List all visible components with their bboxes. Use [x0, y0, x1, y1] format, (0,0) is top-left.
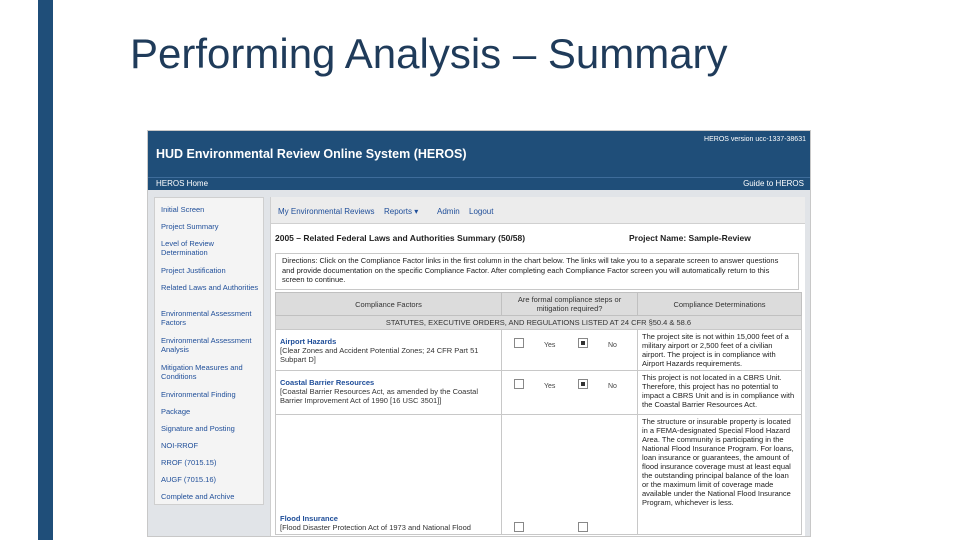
nav-item-ea-analysis[interactable]: Environmental Assessment Analysis — [161, 336, 259, 354]
factor-link-airport-hazards[interactable]: Airport Hazards — [280, 337, 497, 346]
header-determinations: Compliance Determinations — [637, 292, 802, 316]
yes-label: Yes — [544, 342, 556, 349]
nav-item-project-summary[interactable]: Project Summary — [161, 222, 259, 231]
factor-cell: Flood Insurance [Flood Disaster Protecti… — [275, 414, 502, 535]
nav-item-complete-archive[interactable]: Complete and Archive — [161, 492, 259, 501]
determination-cell: This project is not located in a CBRS Un… — [637, 370, 802, 415]
tab-my-reviews[interactable]: My Environmental Reviews — [278, 207, 374, 216]
summary-title: 2005 – Related Federal Laws and Authorit… — [275, 233, 526, 243]
nav-item-mitigation[interactable]: Mitigation Measures and Conditions — [161, 363, 259, 381]
top-navbar: HEROS Home Guide to HEROS — [148, 177, 810, 190]
nav-item-project-justification[interactable]: Project Justification — [161, 266, 259, 275]
heros-screenshot: HUD Environmental Review Online System (… — [147, 130, 811, 537]
left-nav: Initial Screen Project Summary Level of … — [154, 197, 264, 505]
yes-no-cell: Yes No — [501, 329, 638, 371]
determination-cell: The project site is not within 15,000 fe… — [637, 329, 802, 371]
nav-item-signature-posting[interactable]: Signature and Posting — [161, 424, 259, 433]
tab-admin[interactable]: Admin — [437, 207, 460, 216]
app-header: HUD Environmental Review Online System (… — [148, 131, 810, 177]
nav-item-noi-rrof[interactable]: NOI-RROF — [161, 441, 259, 450]
tab-logout[interactable]: Logout — [469, 207, 493, 216]
nav-item-related-laws[interactable]: Related Laws and Authorities — [161, 283, 259, 292]
yes-checkbox[interactable] — [514, 379, 524, 389]
table-row: Airport Hazards [Clear Zones and Acciden… — [275, 329, 802, 371]
guide-link[interactable]: Guide to HEROS — [743, 178, 804, 190]
tab-reports[interactable]: Reports ▾ — [384, 207, 418, 216]
factor-link-coastal-barrier[interactable]: Coastal Barrier Resources — [280, 378, 497, 387]
nav-item-level-of-review[interactable]: Level of Review Determination — [161, 239, 259, 257]
directions-box: Directions: Click on the Compliance Fact… — [275, 253, 799, 290]
nav-item-environmental-finding[interactable]: Environmental Finding — [161, 390, 259, 399]
app-body: Initial Screen Project Summary Level of … — [148, 190, 810, 536]
nav-item-augf[interactable]: AUGF (7015.16) — [161, 475, 259, 484]
table-row: Flood Insurance [Flood Disaster Protecti… — [275, 414, 802, 535]
nav-item-package[interactable]: Package — [161, 407, 259, 416]
header-mitigation-required: Are formal compliance steps or mitigatio… — [501, 292, 638, 316]
yes-label: Yes — [544, 383, 556, 390]
factor-cell: Coastal Barrier Resources [Coastal Barri… — [275, 370, 502, 415]
factor-citation: [Flood Disaster Protection Act of 1973 a… — [280, 523, 471, 532]
yes-checkbox[interactable] — [514, 522, 524, 532]
determination-cell: The structure or insurable property is l… — [637, 414, 802, 535]
no-checkbox[interactable] — [578, 379, 588, 389]
table-row: Coastal Barrier Resources [Coastal Barri… — [275, 370, 802, 415]
nav-item-initial-screen[interactable]: Initial Screen — [161, 205, 259, 214]
yes-no-cell: Yes No — [501, 370, 638, 415]
factor-citation: [Clear Zones and Accident Potential Zone… — [280, 346, 479, 364]
no-checkbox[interactable] — [578, 338, 588, 348]
yes-no-cell — [501, 414, 638, 535]
factor-link-flood-insurance[interactable]: Flood Insurance — [280, 514, 497, 523]
home-link[interactable]: HEROS Home — [156, 178, 208, 190]
no-checkbox[interactable] — [578, 522, 588, 532]
nav-item-rrof[interactable]: RROF (7015.15) — [161, 458, 259, 467]
no-label: No — [608, 383, 617, 390]
header-compliance-factors: Compliance Factors — [275, 292, 502, 316]
compliance-table: Compliance Factors Are formal compliance… — [275, 292, 802, 535]
tab-bar: My Environmental Reviews Reports ▾ Admin… — [271, 197, 805, 224]
yes-checkbox[interactable] — [514, 338, 524, 348]
app-version: HEROS version ucc-1337-38631 — [704, 136, 806, 143]
slide-accent-bar — [38, 0, 53, 540]
app-title: HUD Environmental Review Online System (… — [156, 147, 467, 161]
slide-title: Performing Analysis – Summary — [130, 30, 728, 77]
main-panel: My Environmental Reviews Reports ▾ Admin… — [270, 197, 805, 536]
no-label: No — [608, 342, 617, 349]
section-header: STATUTES, EXECUTIVE ORDERS, AND REGULATI… — [275, 315, 802, 330]
factor-cell: Airport Hazards [Clear Zones and Acciden… — [275, 329, 502, 371]
nav-item-ea-factors[interactable]: Environmental Assessment Factors — [161, 309, 259, 327]
project-name: Project Name: Sample-Review — [629, 233, 751, 243]
factor-citation: [Coastal Barrier Resources Act, as amend… — [280, 387, 479, 405]
